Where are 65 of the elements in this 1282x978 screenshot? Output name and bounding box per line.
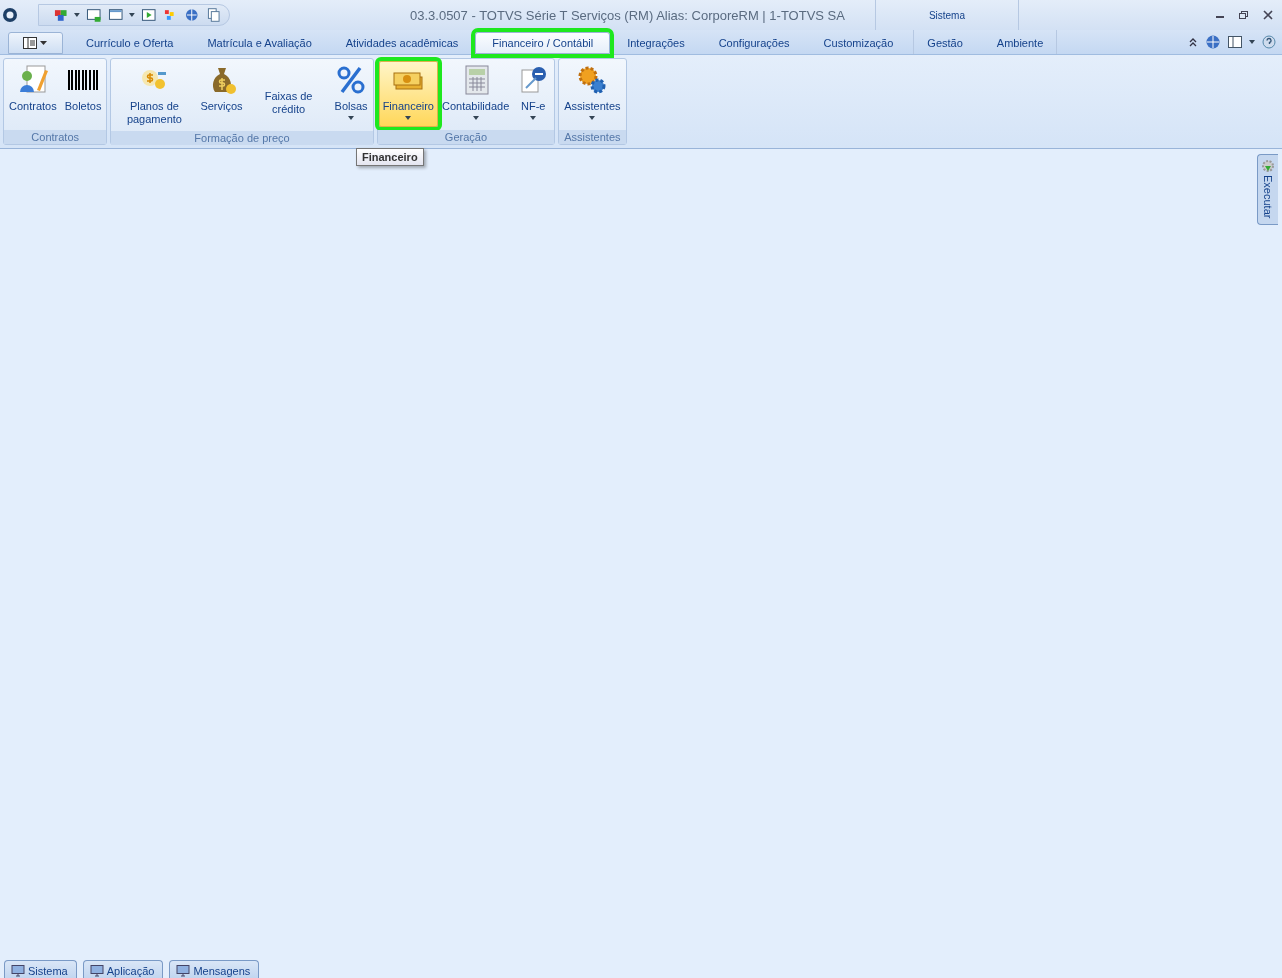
window-icon[interactable] [86,7,102,23]
ribbon-tab[interactable]: Configurações [701,32,807,54]
ribbon-button[interactable]: Faixas de crédito [246,61,331,127]
button-label: Contratos [9,100,57,113]
bottom-tab[interactable]: Sistema [4,960,77,978]
window-icon[interactable] [107,7,124,23]
tooltip: Financeiro [356,148,424,166]
caret-icon[interactable] [74,12,81,18]
ribbon-button[interactable]: Contratos [5,61,61,127]
button-label: Assistentes [564,100,621,113]
caret-icon [348,116,355,120]
button-label: Serviços [200,100,243,113]
ribbon-tab[interactable]: Atividades acadêmicas [328,32,476,54]
close-icon[interactable] [1262,9,1274,21]
ribbon-tab[interactable]: Ambiente [979,32,1061,54]
globe-icon[interactable] [184,7,200,23]
ribbon-button[interactable]: Contabilidade [438,61,514,127]
caret-icon[interactable] [1249,39,1255,45]
side-tab-label: Executar [1262,175,1274,219]
ribbon-button[interactable]: Bolsas [330,61,372,127]
button-label: Boletos [64,100,102,113]
caret-icon[interactable] [129,12,136,18]
window-title: 03.3.0507 - TOTVS Série T Serviços (RM) Alias: CorporeRM | 1-TOTVS SA [410,7,845,23]
restore-icon[interactable] [1238,9,1250,21]
group-label: Assistentes [559,130,626,144]
ribbon-tab[interactable]: Currículo e Oferta [69,32,191,54]
globe-icon[interactable] [1205,34,1221,50]
copy-icon[interactable] [205,7,221,23]
bottom-tab[interactable]: Mensagens [169,960,260,978]
bottom-tab[interactable]: Aplicação [82,960,164,978]
side-panel-tab[interactable]: Executar [1257,154,1278,226]
application-menu-button[interactable] [8,32,63,54]
collapse-ribbon-icon[interactable] [1188,37,1198,47]
button-label: Contabilidade [442,100,510,113]
group-label: Geração [377,130,555,144]
ribbon-button[interactable]: Boletos [60,61,106,127]
button-label: Bolsas [334,100,368,113]
button-label: Faixas de crédito [263,90,314,116]
group-label: Formação de preço [111,131,373,145]
ribbon-button[interactable]: Assistentes [560,61,625,127]
ribbon-tab[interactable]: Integrações [610,32,702,54]
caret-icon [589,116,596,120]
ribbon-tab[interactable]: Matrícula e Avaliação [190,32,329,54]
ribbon-tab[interactable]: Customização [806,32,911,54]
group-label: Contratos [4,130,107,144]
monitor-icon [89,964,104,977]
caret-icon [405,116,412,120]
caret-icon [472,116,479,120]
button-label: Financeiro [382,100,434,113]
cube-icon[interactable] [53,7,69,23]
monitor-icon [11,964,25,977]
layout-icon[interactable] [1228,36,1242,48]
ribbon-tab[interactable]: Gestão [910,32,980,54]
ribbon-button[interactable]: NF-e [513,61,554,127]
monitor-icon [176,964,191,977]
play-icon[interactable] [141,7,157,23]
help-icon[interactable] [1262,35,1276,49]
gear-icon [1261,159,1275,173]
ribbon-button[interactable]: Serviços [196,61,247,127]
button-label: Planos de pagamento [125,100,183,126]
layout-icon [22,37,49,49]
ribbon-button[interactable]: Planos de pagamento [112,61,197,129]
app-logo-icon[interactable] [2,7,18,23]
button-label: NF-e [521,100,546,113]
caret-icon [530,116,537,120]
